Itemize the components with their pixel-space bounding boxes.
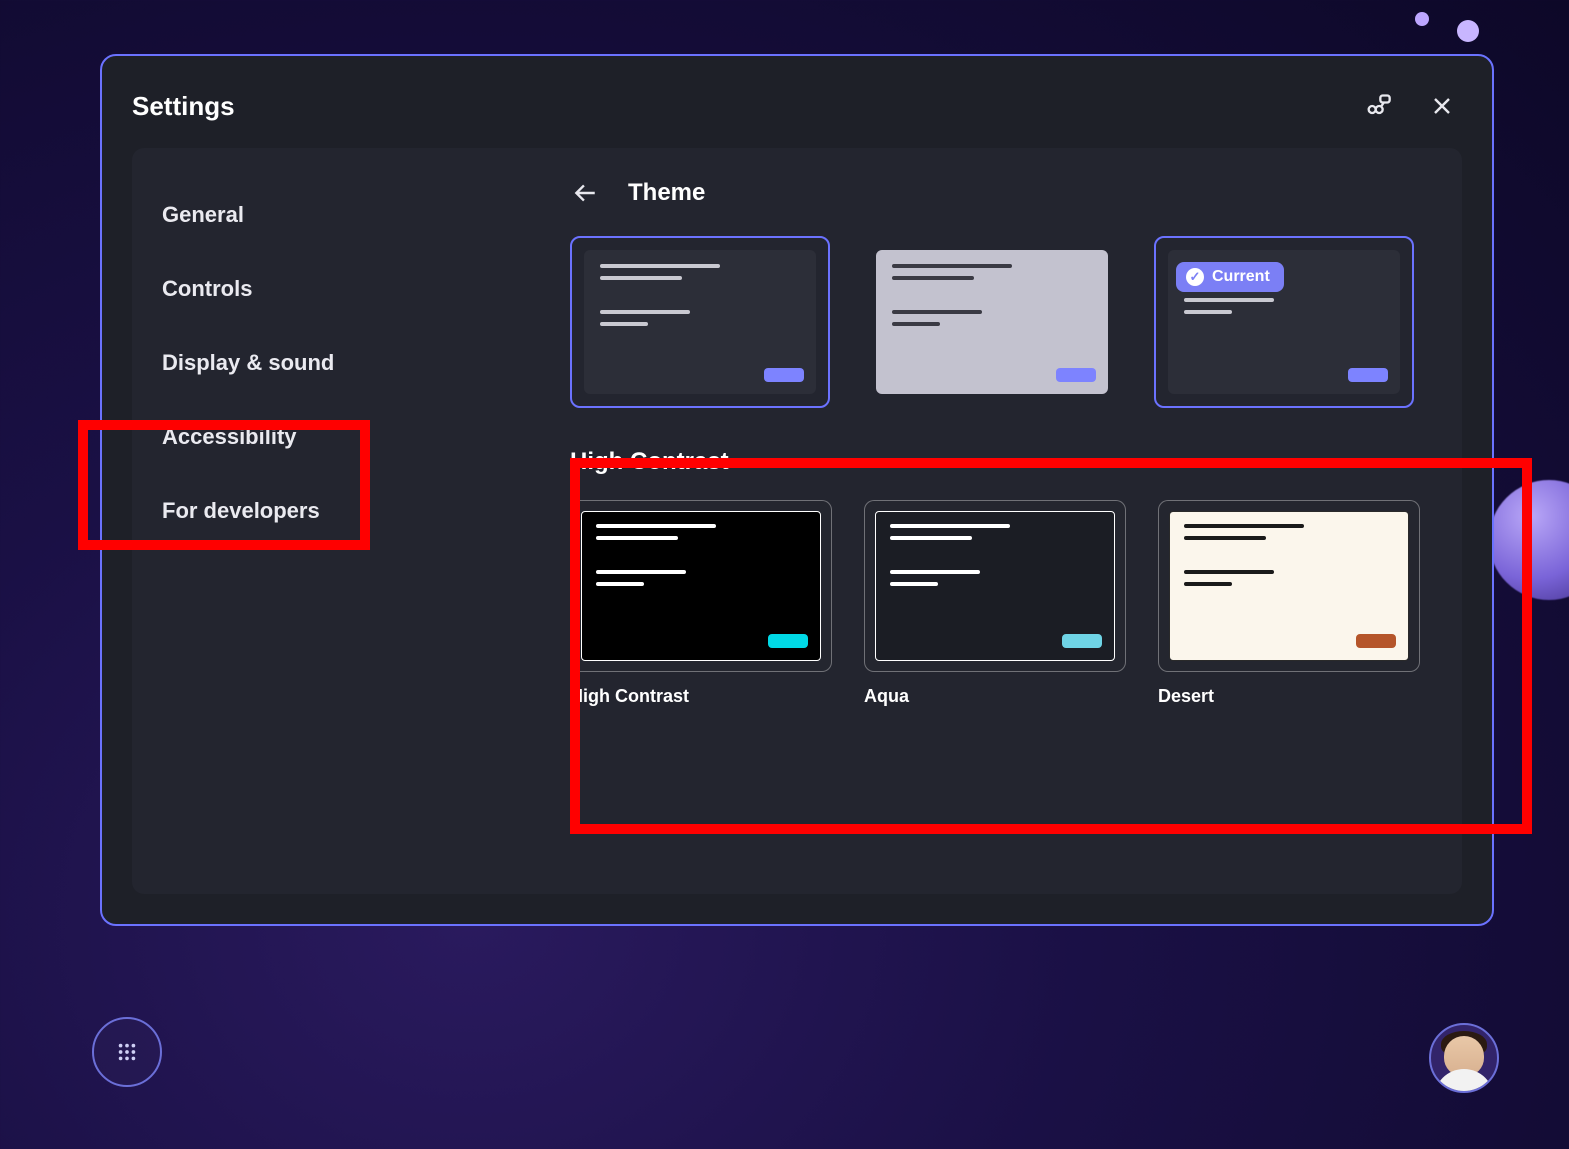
settings-sidebar: General Controls Display & sound Accessi… (132, 148, 512, 894)
high-contrast-option-high-contrast[interactable] (570, 500, 832, 672)
theme-option-dark[interactable] (570, 236, 830, 408)
sidebar-item-accessibility[interactable]: Accessibility (132, 400, 512, 474)
content-title: Theme (628, 179, 705, 207)
close-icon[interactable] (1422, 86, 1462, 126)
panel-header: Settings (132, 86, 1462, 126)
high-contrast-title: High Contrast (570, 448, 1442, 476)
high-contrast-option-aqua[interactable] (864, 500, 1126, 672)
sidebar-item-display-sound[interactable]: Display & sound (132, 326, 512, 400)
sidebar-item-for-developers[interactable]: For developers (132, 474, 512, 548)
decorative-moon (1457, 20, 1479, 42)
standard-theme-row: ✓ Current (570, 236, 1442, 408)
check-icon: ✓ (1186, 268, 1204, 286)
theme-content: Theme (512, 148, 1462, 894)
theme-option-current[interactable]: ✓ Current (1154, 236, 1414, 408)
high-contrast-row: High Contrast Aqua (570, 500, 1442, 707)
decorative-planet (1489, 480, 1569, 600)
high-contrast-option-desert[interactable] (1158, 500, 1420, 672)
page-title: Settings (132, 91, 1334, 122)
settings-panel: Settings General Controls Display & soun… (100, 54, 1494, 926)
apps-button[interactable] (92, 1017, 162, 1087)
back-arrow-icon[interactable] (570, 178, 600, 208)
theme-option-light[interactable] (862, 236, 1122, 408)
sidebar-item-controls[interactable]: Controls (132, 252, 512, 326)
decorative-moon (1415, 12, 1429, 26)
high-contrast-label: Aqua (864, 686, 1126, 707)
high-contrast-label: Desert (1158, 686, 1420, 707)
sidebar-item-general[interactable]: General (132, 178, 512, 252)
avatar-shirt (1434, 1069, 1494, 1093)
current-badge: ✓ Current (1176, 262, 1284, 292)
avatar-button[interactable] (1429, 1023, 1499, 1093)
current-badge-label: Current (1212, 268, 1270, 286)
high-contrast-label: High Contrast (570, 686, 832, 707)
feedback-icon[interactable] (1358, 86, 1398, 126)
panel-body: General Controls Display & sound Accessi… (132, 148, 1462, 894)
